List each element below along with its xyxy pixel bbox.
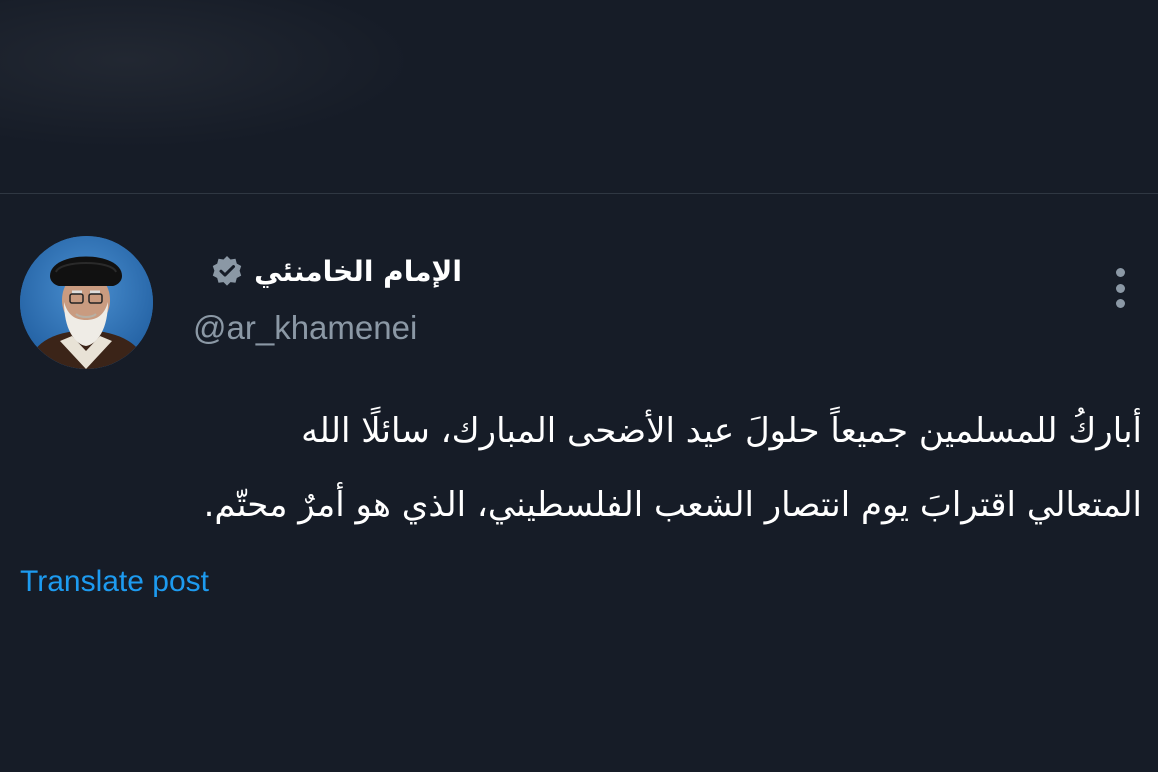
post-divider: [0, 193, 1158, 194]
previous-post-area: [0, 0, 1158, 193]
post-text: أباركُ للمسلمين جميعاً حلولَ عيد الأضحى …: [22, 394, 1142, 542]
translate-post-link[interactable]: Translate post: [20, 565, 209, 599]
more-vertical-icon: [1115, 268, 1125, 277]
avatar-portrait: [20, 236, 153, 369]
author-name-row[interactable]: الإمام الخامنئي: [210, 254, 462, 288]
display-name[interactable]: الإمام الخامنئي: [254, 255, 462, 288]
post-text-line: المتعالي اقترابَ يوم انتصار الشعب الفلسط…: [203, 485, 1142, 525]
avatar[interactable]: [20, 236, 153, 369]
verified-badge-icon: [210, 254, 244, 288]
more-vertical-icon-dot: [1115, 299, 1125, 308]
post-text-line: أباركُ للمسلمين جميعاً حلولَ عيد الأضحى …: [301, 411, 1142, 451]
more-vertical-icon-dot: [1115, 283, 1125, 293]
more-options-button[interactable]: [1102, 264, 1138, 312]
author-handle[interactable]: @ar_khamenei: [193, 309, 417, 347]
faded-previous-content: [0, 0, 420, 150]
